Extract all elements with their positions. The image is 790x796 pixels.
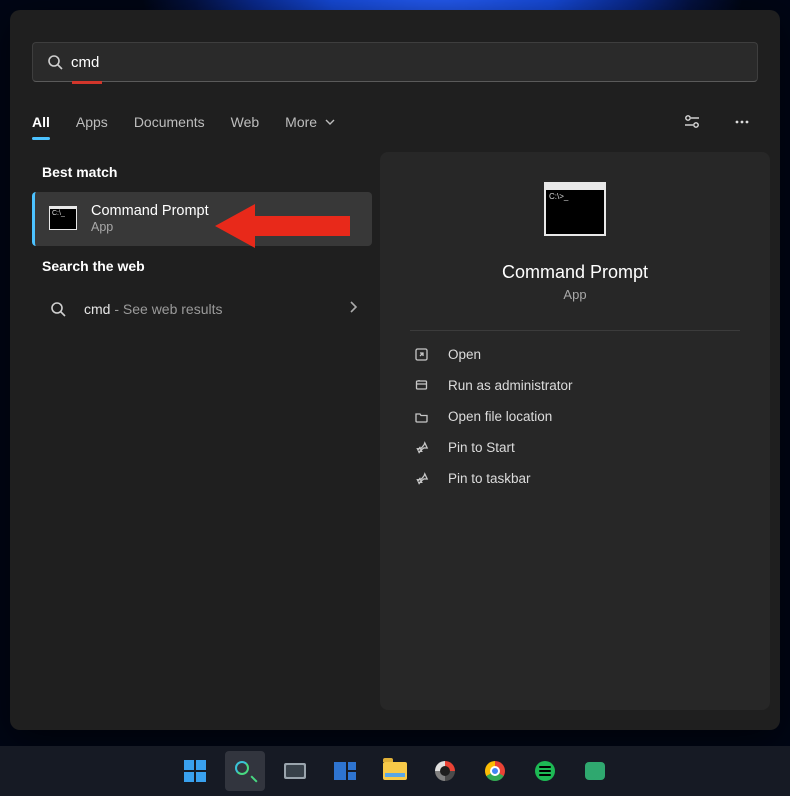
result-command-prompt[interactable]: Command Prompt App — [32, 192, 372, 246]
result-title: Command Prompt — [91, 202, 209, 220]
folder-icon — [412, 409, 430, 424]
best-match-header: Best match — [32, 152, 372, 192]
tab-more-label: More — [285, 114, 317, 130]
task-view-icon — [284, 763, 306, 779]
action-label: Open — [448, 347, 481, 362]
action-run-as-admin[interactable]: Run as administrator — [410, 370, 740, 401]
results-content: Best match Command Prompt App Search the… — [10, 142, 780, 730]
start-icon — [184, 760, 206, 782]
web-result-cmd[interactable]: cmd - See web results — [32, 288, 372, 330]
taskbar-app-browser-chrome[interactable] — [475, 751, 515, 791]
chrome-icon — [485, 761, 505, 781]
search-bar-container — [10, 10, 780, 84]
result-subtitle: App — [91, 220, 209, 236]
taskbar-app-chat[interactable] — [575, 751, 615, 791]
action-open[interactable]: Open — [410, 339, 740, 370]
search-web-header: Search the web — [32, 246, 372, 286]
search-settings-button[interactable] — [676, 106, 708, 138]
web-result-query: cmd — [84, 301, 110, 317]
ellipsis-icon — [733, 113, 751, 131]
action-label: Pin to Start — [448, 440, 515, 455]
pin-icon — [412, 440, 430, 455]
action-label: Run as administrator — [448, 378, 573, 393]
preview-subtitle: App — [410, 287, 740, 302]
taskbar-app-music[interactable] — [525, 751, 565, 791]
web-result-suffix: - See web results — [110, 301, 222, 317]
command-prompt-large-icon — [544, 188, 606, 236]
shield-icon — [412, 378, 430, 393]
open-icon — [412, 347, 430, 362]
taskbar-file-explorer[interactable] — [375, 751, 415, 791]
search-icon — [47, 54, 63, 70]
action-open-location[interactable]: Open file location — [410, 401, 740, 432]
tab-all[interactable]: All — [32, 106, 50, 138]
tab-more[interactable]: More — [285, 106, 335, 138]
taskbar-start-button[interactable] — [175, 751, 215, 791]
search-input[interactable] — [63, 54, 747, 71]
filter-icon — [683, 113, 701, 131]
action-label: Open file location — [448, 409, 552, 424]
tab-documents[interactable]: Documents — [134, 106, 205, 138]
filter-tabs: All Apps Documents Web More — [10, 84, 780, 142]
widgets-icon — [334, 762, 356, 780]
music-icon — [535, 761, 555, 781]
command-prompt-icon — [49, 208, 77, 230]
chevron-down-icon — [325, 114, 335, 130]
search-icon — [235, 761, 255, 781]
taskbar-app-browser-generic[interactable] — [425, 751, 465, 791]
results-list: Best match Command Prompt App Search the… — [20, 152, 372, 710]
chevron-right-icon — [348, 300, 358, 318]
browser-icon — [435, 761, 455, 781]
preview-pane: Command Prompt App Open Run as administr… — [380, 152, 770, 710]
divider — [410, 330, 740, 331]
taskbar-task-view-button[interactable] — [275, 751, 315, 791]
pin-icon — [412, 471, 430, 486]
tab-apps[interactable]: Apps — [76, 106, 108, 138]
action-label: Pin to taskbar — [448, 471, 531, 486]
preview-title: Command Prompt — [410, 262, 740, 283]
result-texts: Command Prompt App — [91, 202, 209, 236]
action-pin-start[interactable]: Pin to Start — [410, 432, 740, 463]
web-result-text: cmd - See web results — [84, 301, 223, 317]
tab-web[interactable]: Web — [231, 106, 260, 138]
taskbar — [0, 746, 790, 796]
folder-icon — [383, 762, 407, 780]
start-search-panel: All Apps Documents Web More — [10, 10, 780, 730]
more-options-button[interactable] — [726, 106, 758, 138]
taskbar-search-button[interactable] — [225, 751, 265, 791]
search-bar[interactable] — [32, 42, 758, 82]
search-icon — [46, 301, 70, 317]
taskbar-widgets-button[interactable] — [325, 751, 365, 791]
chat-icon — [585, 762, 605, 780]
action-pin-taskbar[interactable]: Pin to taskbar — [410, 463, 740, 494]
